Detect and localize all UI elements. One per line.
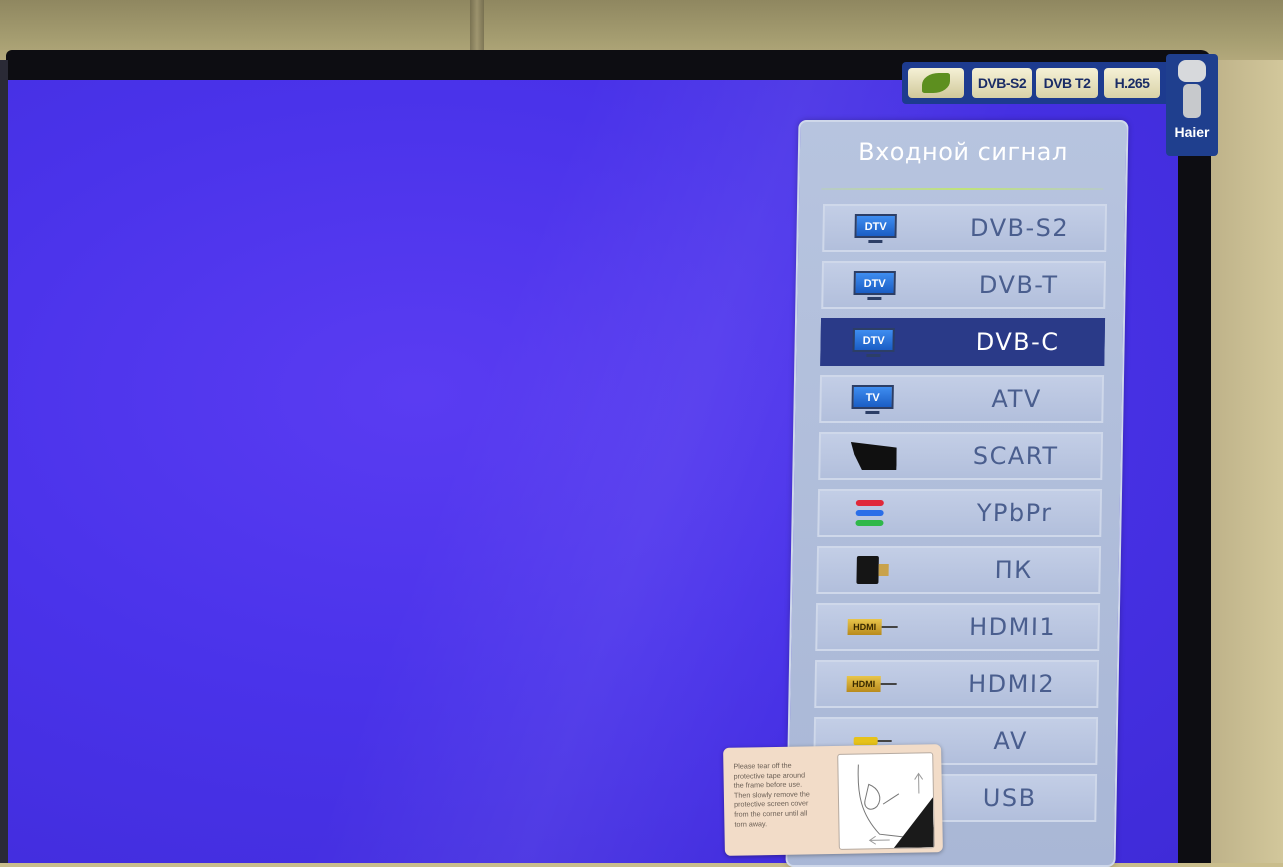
component-cable-icon [849, 499, 895, 527]
menu-title: Входной сигнал [857, 138, 1069, 166]
source-label: ATV [991, 385, 1042, 413]
sticker-instructions: Please tear off the protective tape arou… [733, 760, 810, 829]
source-item-dvbt[interactable]: DTV DVB-T [821, 261, 1107, 309]
source-label: ПК [994, 556, 1033, 584]
source-label: USB [982, 784, 1037, 812]
robot-mascot-icon [1178, 60, 1206, 82]
source-label: SCART [972, 442, 1059, 470]
source-label: HDMI1 [968, 613, 1057, 641]
source-item-scart[interactable]: SCART [818, 432, 1104, 480]
av-wire [877, 740, 892, 742]
background-wall-right [1203, 60, 1283, 863]
source-item-ypbpr[interactable]: YPbPr [817, 489, 1103, 537]
dtv-icon: DTV [854, 214, 897, 238]
feature-badges: DVB-S2 DVB T2 H.265 [902, 62, 1202, 104]
source-item-dvbs2[interactable]: DTV DVB-S2 [822, 204, 1108, 252]
tv-icon: TV [851, 385, 894, 409]
tv-left-edge [0, 60, 8, 863]
vga-connector [856, 556, 879, 584]
dvbs2-badge: DVB-S2 [972, 68, 1032, 98]
peel-instruction-figure [837, 752, 935, 850]
source-item-dvbc[interactable]: DTV DVB-C [820, 318, 1106, 366]
dvbt2-badge: DVB T2 [1036, 68, 1098, 98]
source-label: AV [993, 727, 1029, 755]
source-label: DVB-T [978, 271, 1059, 299]
red-plug [855, 500, 884, 506]
leaf-shape [922, 73, 950, 93]
brand-logo: Haier [1166, 54, 1218, 156]
blue-plug [855, 510, 884, 516]
protective-film-sticker: Please tear off the protective tape arou… [723, 744, 943, 856]
robot-body [1183, 84, 1201, 118]
vga-pins [878, 564, 889, 576]
source-label: DVB-S2 [969, 214, 1070, 242]
leaf-icon [908, 68, 964, 98]
brand-name: Haier [1174, 124, 1210, 140]
source-item-hdmi2[interactable]: HDMI HDMI2 [814, 660, 1100, 708]
source-item-atv[interactable]: TV ATV [819, 375, 1105, 423]
av-plug [853, 737, 878, 745]
source-label: HDMI2 [967, 670, 1056, 698]
vga-icon [848, 556, 894, 584]
source-label: YPbPr [976, 499, 1053, 527]
source-item-pc[interactable]: ПК [816, 546, 1102, 594]
dtv-icon: DTV [852, 328, 895, 352]
h265-badge: H.265 [1104, 68, 1160, 98]
source-label: DVB-C [975, 328, 1060, 356]
hdmi-icon: HDMI [846, 676, 881, 692]
hdmi-icon: HDMI [847, 619, 882, 635]
green-plug [855, 520, 884, 526]
source-item-hdmi1[interactable]: HDMI HDMI1 [815, 603, 1101, 651]
dtv-icon: DTV [853, 271, 896, 295]
scart-icon [850, 442, 896, 470]
title-divider [821, 188, 1104, 190]
